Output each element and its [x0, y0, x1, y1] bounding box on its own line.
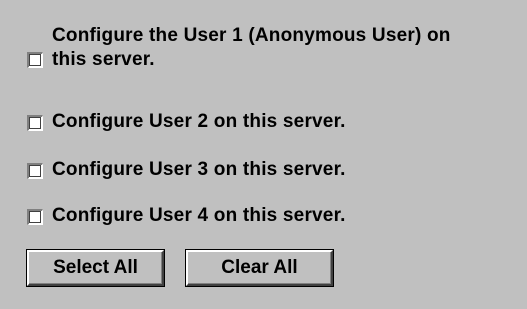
option-user-2-label[interactable]: Configure User 2 on this server. — [52, 110, 346, 134]
option-user-1-label[interactable]: Configure the User 1 (Anonymous User) on… — [52, 24, 451, 72]
user-config-panel: Configure the User 1 (Anonymous User) on… — [0, 0, 527, 309]
option-user-1-label-line2: this server. — [52, 49, 155, 70]
option-user-2[interactable]: Configure User 2 on this server. — [27, 110, 346, 134]
clear-all-button[interactable]: Clear All — [186, 250, 333, 286]
option-user-1[interactable]: Configure the User 1 (Anonymous User) on… — [27, 24, 451, 72]
checkbox-user-2[interactable] — [27, 115, 43, 131]
option-user-4-label[interactable]: Configure User 4 on this server. — [52, 204, 346, 228]
checkbox-user-4[interactable] — [27, 209, 43, 225]
checkbox-user-3[interactable] — [27, 163, 43, 179]
select-all-button[interactable]: Select All — [27, 250, 164, 286]
option-user-3-label[interactable]: Configure User 3 on this server. — [52, 158, 346, 182]
option-user-4[interactable]: Configure User 4 on this server. — [27, 204, 346, 228]
option-user-3[interactable]: Configure User 3 on this server. — [27, 158, 346, 182]
option-user-1-label-line1: Configure the User 1 (Anonymous User) on — [52, 25, 451, 46]
checkbox-user-1[interactable] — [27, 52, 43, 68]
